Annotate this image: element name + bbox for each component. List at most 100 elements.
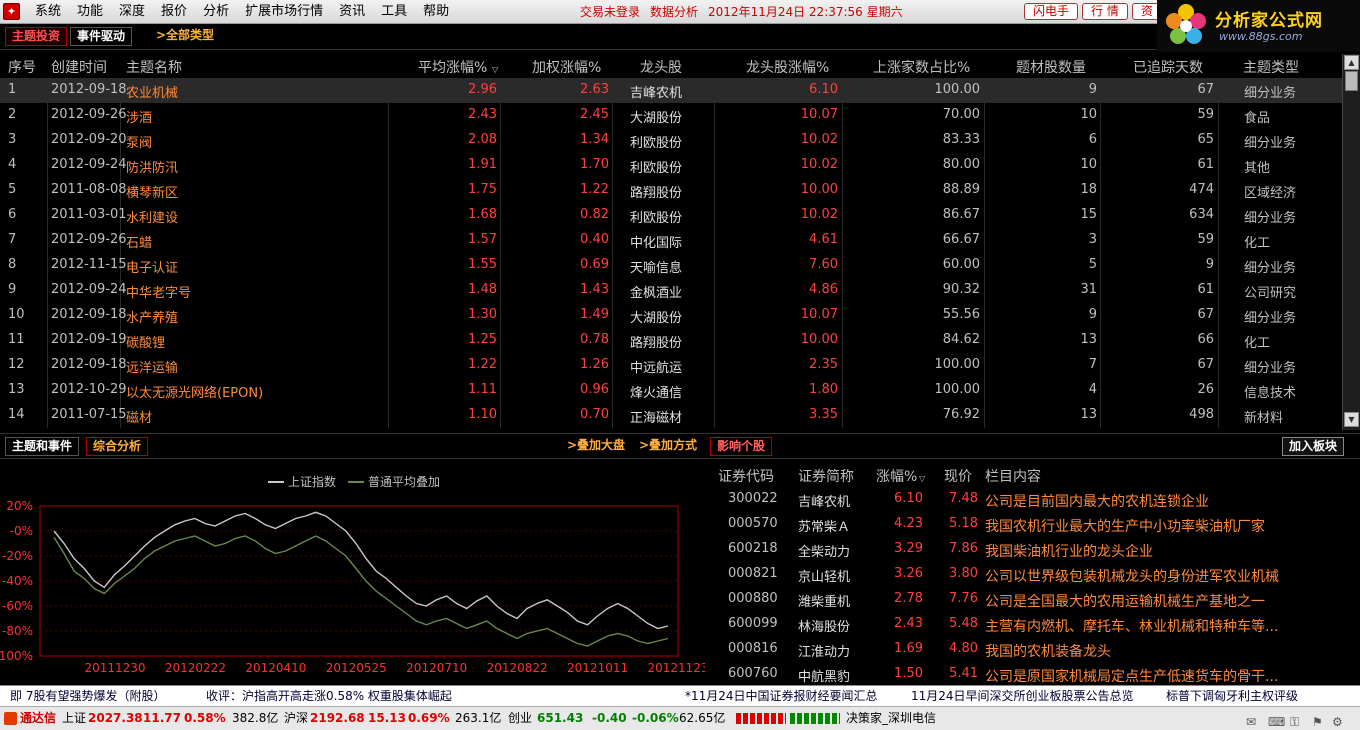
add-to-block-button[interactable]: 加入板块: [1282, 437, 1345, 456]
all-types-dropdown[interactable]: >全部类型: [150, 27, 220, 46]
ticker-item[interactable]: 收评：沪指高开高走涨0.58% 权重股集体崛起: [206, 686, 452, 706]
col-price[interactable]: 现价: [944, 466, 972, 486]
col-tracked-days[interactable]: 已追踪天数: [1133, 57, 1203, 77]
menu-help[interactable]: 帮助: [415, 0, 457, 24]
cy-percent: -0.06%: [632, 711, 679, 725]
col-leader[interactable]: 龙头股: [640, 57, 682, 77]
scroll-thumb[interactable]: [1345, 71, 1358, 91]
menu-extended-market[interactable]: 扩展市场行情: [237, 0, 331, 24]
app-window: ✦ 系统 功能 深度 报价 分析 扩展市场行情 资讯 工具 帮助 交易未登录 数…: [0, 0, 1360, 730]
menu-depth[interactable]: 深度: [111, 0, 153, 24]
column-divider: [842, 78, 843, 103]
scroll-up-icon[interactable]: ▲: [1344, 55, 1359, 70]
col-index[interactable]: 序号: [8, 57, 36, 77]
stock-row[interactable]: 000816 江淮动力 1.69 4.80 我国的农机装备龙头: [712, 637, 1340, 662]
ticker-item[interactable]: *11月24日中国证券报财经要闻汇总: [685, 686, 878, 706]
cell-leader: 中远航运: [630, 361, 683, 376]
theme-row[interactable]: 8 2012-11-15 电子认证 1.55 0.69 天喻信息 7.60 60.00 5 9 细分…: [0, 253, 1342, 278]
col-weighted-change[interactable]: 加权涨幅%: [532, 57, 601, 77]
theme-row[interactable]: 4 2012-09-24 防洪防汛 1.91 1.70 利欧股份 10.02 80.00 10 6…: [0, 153, 1342, 178]
cell-theme-type: 公司研究: [1244, 286, 1297, 301]
cell-code: 000880: [728, 591, 778, 606]
tab-affected-stocks[interactable]: 影响个股: [710, 437, 773, 456]
col-name[interactable]: 证券简称: [798, 466, 854, 486]
theme-row[interactable]: 10 2012-09-18 水产养殖 1.30 1.49 大湖股份 10.07 55.56 9 6…: [0, 303, 1342, 328]
menu-analysis[interactable]: 分析: [195, 0, 237, 24]
column-divider: [1100, 128, 1101, 153]
ticker-item[interactable]: 标普下调匈牙利主权评级: [1166, 686, 1298, 706]
col-theme-name[interactable]: 主题名称: [126, 57, 182, 77]
stock-row[interactable]: 000570 苏常柴Ａ 4.23 5.18 我国农机行业最大的生产中小功率柴油机厂家: [712, 512, 1340, 537]
col-change[interactable]: 涨幅%: [876, 466, 917, 486]
menu-system[interactable]: 系统: [27, 0, 69, 24]
stock-row[interactable]: 300022 吉峰农机 6.10 7.48 公司是目前国内最大的农机连锁企业: [712, 487, 1340, 512]
cy-label[interactable]: 创业: [508, 707, 532, 730]
hs-label[interactable]: 沪深: [284, 707, 308, 730]
stock-row[interactable]: 600099 林海股份 2.43 5.48 主营有内燃机、摩托车、林业机械和特种车等..…: [712, 612, 1340, 637]
col-avg-change[interactable]: 平均涨幅%: [418, 57, 487, 77]
theme-row[interactable]: 5 2011-08-08 横琴新区 1.75 1.22 路翔股份 10.00 88.89 18 4…: [0, 178, 1342, 203]
stock-row[interactable]: 600218 全柴动力 3.29 7.86 我国柴油机行业的龙头企业: [712, 537, 1340, 562]
tab-theme-investment[interactable]: 主题投资: [5, 27, 68, 46]
cell-theme-type: 化工: [1244, 236, 1271, 251]
main-menu: 系统 功能 深度 报价 分析 扩展市场行情 资讯 工具 帮助: [27, 0, 457, 24]
lock-icon[interactable]: ⚿: [1290, 711, 1299, 730]
cell-content: 我国农机行业最大的生产中小功率柴油机厂家: [985, 519, 1265, 535]
overlay-mode-button[interactable]: >叠加方式: [633, 437, 703, 456]
ticker-item[interactable]: 11月24日早间深交所创业板股票公告总览: [911, 686, 1134, 706]
theme-row[interactable]: 9 2012-09-24 中华老字号 1.48 1.43 金枫酒业 4.86 90.32 31 6…: [0, 278, 1342, 303]
quote-button[interactable]: 行 情: [1082, 3, 1128, 20]
scroll-down-icon[interactable]: ▼: [1344, 412, 1359, 427]
settings-icon[interactable]: ⚙: [1332, 711, 1343, 730]
column-divider: [47, 128, 48, 153]
stock-row[interactable]: 000821 京山轻机 3.26 3.80 公司以世界级包装机械龙头的身份进军农业机械: [712, 562, 1340, 587]
column-divider: [984, 203, 985, 228]
x-tick-label: 20120222: [165, 661, 226, 675]
menu-news[interactable]: 资讯: [331, 0, 373, 24]
theme-row[interactable]: 3 2012-09-20 泵阀 2.08 1.34 利欧股份 10.02 83.33 6 65 细分…: [0, 128, 1342, 153]
theme-row[interactable]: 14 2011-07-15 磁材 1.10 0.70 正海磁材 3.35 76.92 13 498…: [0, 403, 1342, 428]
tab-composite-analysis[interactable]: 综合分析: [86, 437, 149, 456]
app-logo-icon[interactable]: ✦: [3, 3, 20, 20]
tab-theme-event[interactable]: 主题和事件: [5, 437, 80, 456]
overlay-index-button[interactable]: >叠加大盘: [561, 437, 631, 456]
theme-table-scrollbar[interactable]: ▲ ▼: [1342, 54, 1360, 430]
column-divider: [612, 178, 613, 203]
theme-row[interactable]: 7 2012-09-26 石蜡 1.57 0.40 中化国际 4.61 66.67 3 59 化工: [0, 228, 1342, 253]
col-up-ratio[interactable]: 上涨家数占比%: [873, 57, 970, 77]
mail-icon[interactable]: ✉: [1246, 711, 1256, 730]
keyboard-icon[interactable]: ⌨: [1268, 711, 1285, 730]
theme-row[interactable]: 11 2012-09-19 碳酸锂 1.25 0.78 路翔股份 10.00 84.62 13 6…: [0, 328, 1342, 353]
series-line-2: [53, 535, 669, 647]
cell-index: 2: [8, 107, 17, 122]
column-divider: [388, 328, 389, 353]
column-divider: [47, 178, 48, 203]
col-stock-count[interactable]: 题材股数量: [1016, 57, 1086, 77]
col-code[interactable]: 证券代码: [718, 466, 774, 486]
theme-row[interactable]: 2 2012-09-26 涉酒 2.43 2.45 大湖股份 10.07 70.00 10 59 食…: [0, 103, 1342, 128]
login-status[interactable]: 交易未登录: [580, 0, 640, 24]
cell-index: 9: [8, 282, 17, 297]
ticker-item[interactable]: 即 7股有望强势爆发（附股）: [10, 686, 165, 706]
sh-label[interactable]: 上证: [62, 707, 86, 730]
flash-trade-button[interactable]: 闪电手: [1024, 3, 1079, 20]
col-theme-type[interactable]: 主题类型: [1243, 57, 1299, 77]
theme-row[interactable]: 1 2012-09-18 农业机械 2.96 2.63 吉峰农机 6.10 100.00 9 67…: [0, 78, 1342, 103]
theme-row[interactable]: 13 2012-10-29 以太无源光网络(EPON) 1.11 0.96 烽火通信 1.8…: [0, 378, 1342, 403]
theme-row[interactable]: 12 2012-09-18 远洋运输 1.22 1.26 中远航运 2.35 100.00 7 6…: [0, 353, 1342, 378]
theme-row[interactable]: 6 2011-03-01 水利建设 1.68 0.82 利欧股份 10.02 86.67 15 6…: [0, 203, 1342, 228]
col-content[interactable]: 栏目内容: [985, 466, 1041, 486]
menu-quote[interactable]: 报价: [153, 0, 195, 24]
stock-row[interactable]: 600760 中航黑豹 1.50 5.41 公司是原国家机械局定点生产低速货车的骨干..…: [712, 662, 1340, 687]
col-leader-change[interactable]: 龙头股涨幅%: [746, 57, 829, 77]
menu-function[interactable]: 功能: [69, 0, 111, 24]
tab-event-driven[interactable]: 事件驱动: [70, 27, 133, 46]
stock-row[interactable]: 000880 潍柴重机 2.78 7.76 公司是全国最大的农用运输机械生产基地之一: [712, 587, 1340, 612]
hs-change: 15.13: [368, 711, 406, 725]
menu-tools[interactable]: 工具: [373, 0, 415, 24]
cy-change: -0.40: [592, 711, 627, 725]
signal-icon[interactable]: ⚑: [1312, 711, 1323, 730]
col-created[interactable]: 创建时间: [51, 57, 107, 77]
server-name[interactable]: 决策家_深圳电信: [846, 707, 936, 730]
brand-name: 通达信: [20, 711, 57, 725]
